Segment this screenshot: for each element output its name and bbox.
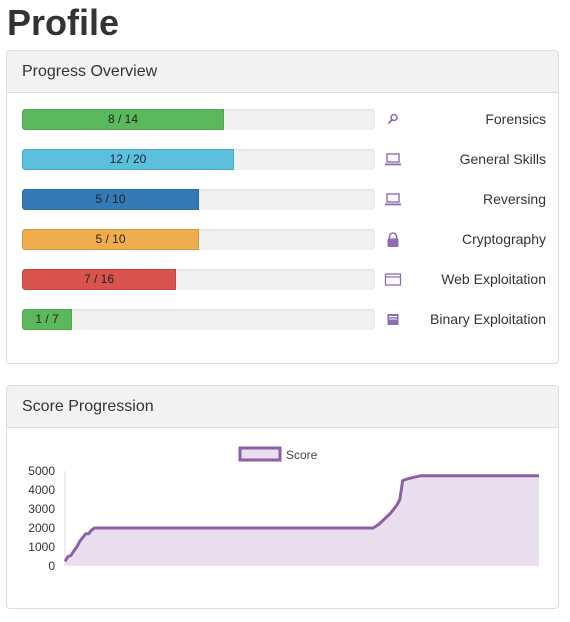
progress-overview-heading: Progress Overview	[7, 51, 558, 93]
browser-window-icon	[384, 271, 402, 288]
progress-overview-title: Progress Overview	[22, 62, 158, 80]
page-title: Profile	[7, 2, 120, 43]
progress-bar-track: 5 / 10	[22, 189, 375, 210]
category-label: Forensics	[485, 111, 546, 127]
progress-row: 12 / 20 General Skills	[22, 149, 546, 170]
y-tick-label: 1000	[28, 540, 55, 554]
score-progression-heading: Score Progression	[7, 386, 558, 428]
y-tick-label: 0	[48, 559, 55, 573]
binary-chip-icon	[384, 311, 402, 328]
progress-bar-text: 1 / 7	[35, 312, 59, 326]
category-label: General Skills	[459, 151, 546, 167]
laptop-icon	[384, 151, 402, 168]
progress-bar-track: 1 / 7	[22, 309, 375, 330]
legend-swatch	[238, 446, 282, 462]
score-area-fill	[65, 475, 539, 566]
progress-row: 1 / 7 Binary Exploitation	[22, 309, 546, 330]
category-label: Reversing	[482, 191, 546, 207]
progress-bar-text: 12 / 20	[109, 152, 147, 166]
category-label: Binary Exploitation	[430, 311, 546, 327]
score-chart: Score 0 1000 2000 3000 4000 5000	[28, 446, 539, 573]
score-progression-panel: Score Progression Score 0 1000 2000 3000 4000…	[6, 385, 559, 609]
lock-icon	[384, 231, 402, 248]
laptop-icon	[384, 191, 402, 208]
search-icon	[384, 111, 402, 128]
progress-bar-track: 7 / 16	[22, 269, 375, 290]
legend-label: Score	[286, 448, 318, 462]
category-label: Cryptography	[461, 231, 546, 247]
progress-bar-track: 5 / 10	[22, 229, 375, 250]
y-tick-label: 4000	[28, 483, 55, 497]
y-tick-label: 5000	[28, 464, 55, 478]
progress-bar-track: 8 / 14	[22, 109, 375, 130]
progress-bar-text: 7 / 16	[83, 272, 115, 286]
category-label: Web Exploitation	[441, 271, 546, 287]
score-progression-title: Score Progression	[22, 397, 154, 415]
progress-row: 8 / 14 Forensics	[22, 109, 546, 130]
progress-row: 7 / 16 Web Exploitation	[22, 269, 546, 290]
progress-bar-text: 5 / 10	[95, 232, 126, 246]
progress-row: 5 / 10 Reversing	[22, 189, 546, 210]
progress-bar-track: 12 / 20	[22, 149, 375, 170]
chart-legend: Score	[238, 446, 318, 462]
progress-bar-text: 8 / 14	[107, 112, 139, 126]
progress-row: 5 / 10 Cryptography	[22, 229, 546, 250]
progress-bar-text: 5 / 10	[95, 192, 126, 206]
y-tick-label: 2000	[28, 521, 55, 535]
progress-overview-panel: Progress Overview 8 / 14 Forensics 12 / 20…	[6, 50, 559, 364]
y-tick-label: 3000	[28, 502, 55, 516]
